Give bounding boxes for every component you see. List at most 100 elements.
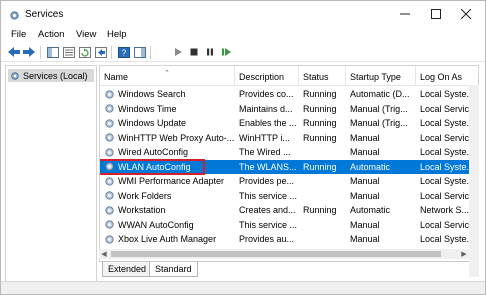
service-startup-type: Manual (Trig...	[350, 103, 408, 114]
service-name: Windows Time	[118, 103, 177, 114]
service-name-cell: WLAN AutoConfig	[104, 160, 234, 175]
minimize-button[interactable]	[393, 5, 417, 23]
service-status	[303, 232, 347, 247]
service-startup-type: Manual	[350, 190, 380, 201]
menu-file[interactable]: File	[11, 29, 26, 40]
sort-ascending-icon: ⌃	[164, 70, 170, 77]
service-startup-type: Manual	[350, 147, 380, 157]
forward-arrow-icon	[23, 47, 35, 57]
service-row[interactable]: WWAN AutoConfig This service ... Manual Loc…	[100, 218, 478, 233]
service-gear-icon	[105, 206, 114, 215]
service-status: Running	[303, 132, 337, 143]
stop-service-button[interactable]	[187, 45, 201, 59]
service-name-cell: Windows Update	[104, 116, 234, 131]
svg-text:?: ?	[122, 48, 127, 57]
service-description: WinHTTP i...	[239, 132, 290, 143]
close-icon	[461, 9, 471, 19]
vertical-scrollbar[interactable]	[469, 85, 479, 277]
maximize-icon	[431, 9, 441, 19]
service-row[interactable]: Windows Update Enables the ... Running Manu…	[100, 116, 478, 131]
column-header-name[interactable]: ⌃ Name	[100, 66, 235, 86]
column-header-description[interactable]: Description	[235, 66, 299, 86]
service-row[interactable]: WMI Performance Adapter Provides pe... Man…	[100, 174, 478, 189]
menu-action[interactable]: Action	[38, 29, 64, 40]
scroll-left-icon[interactable]: ◀	[99, 249, 109, 259]
export-list-button[interactable]	[94, 45, 108, 59]
service-description: Provides pe...	[239, 176, 295, 186]
service-status	[303, 174, 347, 189]
service-row[interactable]: Windows Time Maintains d... Running Manual …	[100, 102, 478, 117]
column-header-log-on-as[interactable]: Log On As	[416, 66, 478, 86]
action-pane-icon	[134, 46, 146, 58]
service-description: The WLANS...	[239, 161, 297, 172]
restart-service-button[interactable]	[219, 45, 233, 59]
horizontal-scrollbar[interactable]: ◀ ▶	[99, 249, 469, 259]
service-gear-icon	[105, 90, 114, 99]
service-gear-icon	[105, 162, 114, 171]
service-name: WMI Performance Adapter	[118, 176, 225, 186]
toolbar: ?	[1, 43, 485, 62]
service-row[interactable]: WinHTTP Web Proxy Auto-... WinHTTP i... Ru…	[100, 131, 478, 146]
pause-service-button[interactable]	[203, 45, 217, 59]
refresh-button[interactable]	[78, 45, 92, 59]
service-name: WinHTTP Web Proxy Auto-...	[118, 132, 234, 143]
menu-help[interactable]: Help	[107, 29, 127, 40]
column-header-row: ⌃ Name Description Status Startup Type L…	[100, 66, 478, 86]
play-icon	[175, 48, 182, 56]
window-title: Services	[25, 9, 64, 20]
back-arrow-icon	[8, 47, 20, 57]
column-header-name-label: Name	[104, 72, 129, 82]
service-row[interactable]: Work Folders This service ... Manual Local …	[100, 189, 478, 204]
service-row[interactable]: WLAN AutoConfig The WLANS... Running Automa…	[100, 158, 478, 175]
horizontal-scroll-thumb[interactable]	[111, 251, 441, 257]
service-gear-icon	[105, 104, 114, 113]
show-hide-console-tree-button[interactable]	[46, 45, 60, 59]
service-status: Running	[303, 161, 337, 172]
services-rows: Windows Search Provides co... Running Autom…	[100, 87, 478, 247]
stop-icon	[190, 48, 198, 56]
service-gear-icon	[105, 191, 114, 200]
start-service-button[interactable]	[171, 45, 185, 59]
service-startup-type: Manual	[350, 176, 380, 186]
service-startup-type: Manual (Trig...	[350, 118, 408, 128]
service-status	[303, 218, 347, 233]
close-button[interactable]	[454, 5, 478, 23]
service-gear-icon	[105, 133, 114, 142]
properties-pane-button[interactable]	[62, 45, 76, 59]
tab-standard[interactable]: Standard	[149, 262, 198, 277]
back-button[interactable]	[7, 45, 21, 59]
service-startup-type: Manual	[350, 234, 380, 244]
help-icon: ?	[118, 46, 130, 58]
forward-button[interactable]	[22, 45, 36, 59]
maximize-button[interactable]	[424, 5, 448, 23]
service-row[interactable]: Workstation Creates and... Running Automati…	[100, 203, 478, 218]
service-description: Maintains d...	[239, 103, 293, 114]
help-button[interactable]: ?	[117, 45, 131, 59]
service-status: Running	[303, 205, 337, 215]
service-name-cell: Windows Search	[104, 87, 234, 102]
service-row[interactable]: Xbox Live Auth Manager Provides au... Manu…	[100, 232, 478, 247]
service-status: Running	[303, 118, 337, 128]
minimize-icon	[400, 13, 410, 15]
service-startup-type: Manual	[350, 132, 380, 143]
service-row[interactable]: Windows Search Provides co... Running Autom…	[100, 87, 478, 102]
service-name-cell: Wired AutoConfig	[104, 145, 234, 160]
show-action-pane-button[interactable]	[133, 45, 147, 59]
scroll-right-icon[interactable]: ▶	[459, 249, 469, 259]
column-header-startup-type[interactable]: Startup Type	[346, 66, 416, 86]
column-header-status[interactable]: Status	[299, 66, 346, 86]
title-bar: Services	[1, 1, 485, 28]
tree-item-label: Services (Local)	[23, 70, 88, 81]
service-status	[303, 189, 347, 204]
tab-extended[interactable]: Extended	[102, 262, 153, 277]
service-name-cell: WWAN AutoConfig	[104, 218, 234, 233]
service-startup-type: Manual	[350, 219, 380, 230]
services-gear-icon	[11, 71, 19, 80]
service-name-cell: WMI Performance Adapter	[104, 174, 234, 189]
tree-item-services-local[interactable]: Services (Local)	[8, 69, 94, 82]
menu-view[interactable]: View	[76, 29, 96, 40]
menu-bar: File Action View Help	[1, 28, 485, 42]
service-row[interactable]: Wired AutoConfig The Wired ... Manual Local…	[100, 145, 478, 160]
service-name: Work Folders	[118, 190, 172, 201]
service-startup-type: Automatic	[350, 161, 391, 172]
